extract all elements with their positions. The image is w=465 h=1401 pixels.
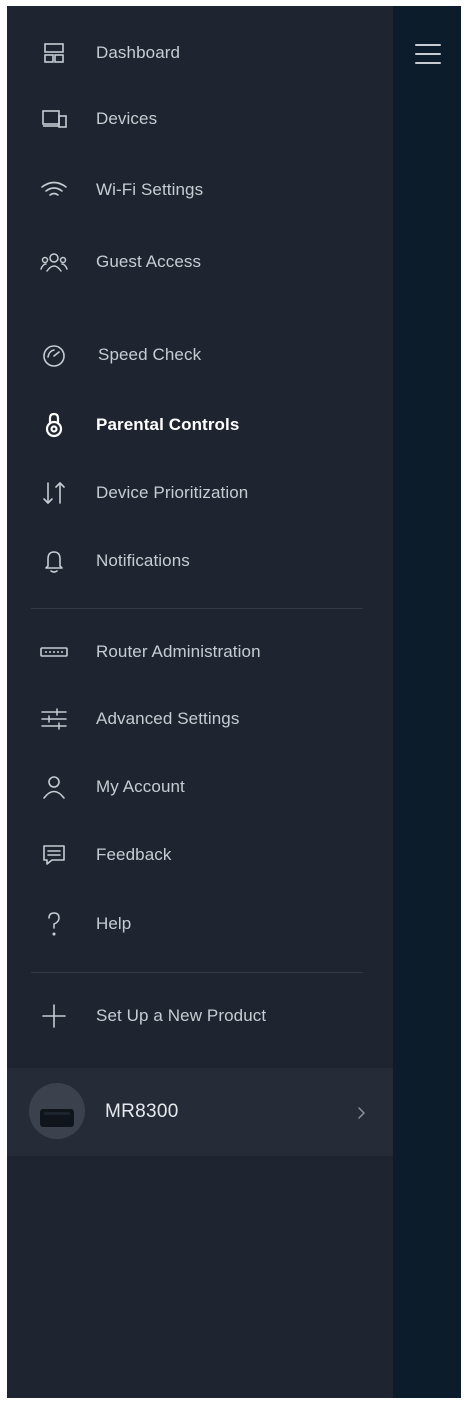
user-icon bbox=[39, 772, 69, 802]
sidebar-item-label: Speed Check bbox=[98, 345, 202, 364]
sidebar-item-feedback[interactable]: Feedback bbox=[7, 828, 393, 882]
sidebar-item-help[interactable]: Help bbox=[7, 897, 393, 951]
sidebar-item-my-account[interactable]: My Account bbox=[7, 760, 393, 814]
sidebar-item-label: Feedback bbox=[96, 845, 172, 864]
sidebar-item-label: My Account bbox=[96, 777, 185, 796]
sidebar-item-set-up-new-product[interactable]: Set Up a New Product bbox=[7, 989, 393, 1043]
router-icon bbox=[39, 637, 69, 667]
sidebar-item-wifi-settings[interactable]: Wi-Fi Settings bbox=[7, 163, 393, 217]
devices-icon bbox=[39, 104, 69, 134]
sidebar-item-device-prioritization[interactable]: Device Prioritization bbox=[7, 466, 393, 520]
menu-divider bbox=[31, 972, 363, 973]
sidebar-item-label: Router Administration bbox=[96, 642, 261, 661]
sidebar-item-label: Devices bbox=[96, 109, 158, 128]
sidebar-item-label: Parental Controls bbox=[96, 415, 240, 434]
prioritization-arrows-icon bbox=[39, 478, 69, 508]
sidebar-item-label: Set Up a New Product bbox=[96, 1006, 267, 1025]
menu-divider bbox=[31, 608, 363, 609]
sidebar-item-label: Guest Access bbox=[96, 252, 202, 271]
sliders-icon bbox=[39, 704, 69, 734]
device-row-mr8300[interactable]: MR8300 bbox=[7, 1068, 393, 1156]
sidebar-item-speed-check[interactable]: Speed Check bbox=[7, 328, 393, 382]
plus-icon bbox=[39, 1001, 69, 1031]
app-frame: Dashboard Devices Wi-Fi Settings Guest A… bbox=[7, 6, 461, 1398]
main-content-panel bbox=[393, 6, 461, 1398]
sidebar-item-label: Advanced Settings bbox=[96, 709, 240, 728]
sidebar-item-devices[interactable]: Devices bbox=[7, 92, 393, 146]
sidebar-item-label: Dashboard bbox=[96, 43, 181, 62]
sidebar-item-notifications[interactable]: Notifications bbox=[7, 534, 393, 588]
navigation-sidebar: Dashboard Devices Wi-Fi Settings Guest A… bbox=[7, 6, 393, 1398]
question-mark-icon bbox=[39, 909, 69, 939]
sidebar-item-advanced-settings[interactable]: Advanced Settings bbox=[7, 692, 393, 746]
router-avatar-icon bbox=[29, 1083, 85, 1139]
bell-icon bbox=[39, 546, 69, 576]
dashboard-icon bbox=[39, 38, 69, 68]
hamburger-menu-icon[interactable] bbox=[415, 44, 441, 64]
sidebar-item-label: Wi-Fi Settings bbox=[96, 180, 204, 199]
padlock-icon bbox=[39, 410, 69, 440]
sidebar-item-label: Notifications bbox=[96, 551, 190, 570]
sidebar-item-parental-controls[interactable]: Parental Controls bbox=[7, 398, 393, 452]
sidebar-item-guest-access[interactable]: Guest Access bbox=[7, 235, 393, 289]
sidebar-item-label: Help bbox=[96, 914, 132, 933]
device-name: MR8300 bbox=[105, 1101, 179, 1122]
sidebar-item-dashboard[interactable]: Dashboard bbox=[7, 26, 393, 80]
sidebar-item-label: Device Prioritization bbox=[96, 483, 249, 502]
speedometer-icon bbox=[39, 340, 69, 370]
feedback-chat-icon bbox=[39, 840, 69, 870]
sidebar-item-router-administration[interactable]: Router Administration bbox=[7, 625, 393, 679]
chevron-right-icon bbox=[355, 1106, 367, 1119]
wifi-icon bbox=[39, 175, 69, 205]
guest-access-icon bbox=[39, 247, 69, 277]
